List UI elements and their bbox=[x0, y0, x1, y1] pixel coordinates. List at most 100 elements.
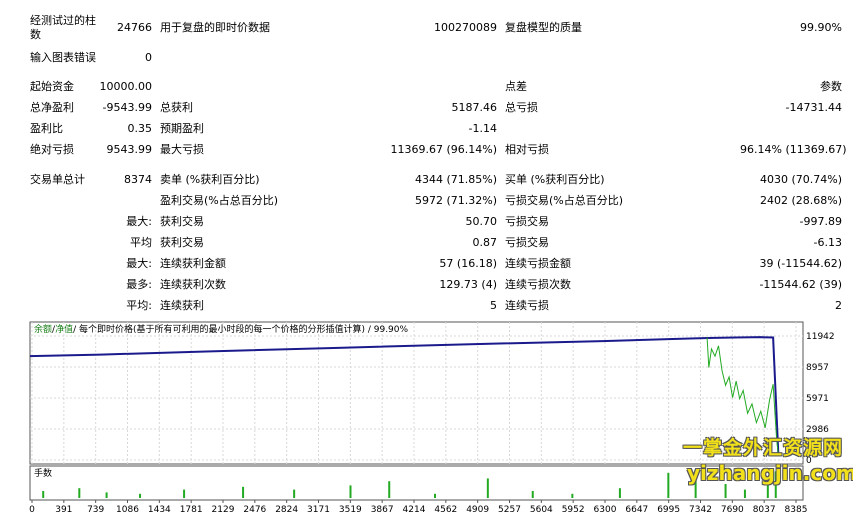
max-consec-loss-value: -11544.62 (39) bbox=[759, 278, 842, 291]
x-tick-label: 3171 bbox=[307, 505, 330, 515]
balance-chart-area: 11942 8957 5971 2986 0 0 391 739 1086 1434 1781 21… bbox=[0, 320, 853, 518]
x-tick-label: 6647 bbox=[625, 505, 648, 515]
x-tick-label: 1086 bbox=[116, 505, 139, 515]
bars-label-2: 数 bbox=[30, 28, 41, 41]
avg-consec-wins-label: 连续获利 bbox=[160, 299, 204, 312]
loss-trades-value: 2402 (28.68%) bbox=[759, 194, 842, 207]
volume-bar bbox=[434, 493, 437, 498]
profit-factor-label: 盈利比 bbox=[30, 122, 63, 135]
y-tick-label: 8957 bbox=[806, 363, 829, 373]
volume-bar bbox=[531, 491, 534, 498]
x-tick-label: 3519 bbox=[339, 505, 362, 515]
balance-chart: 119428957597129860 0 391 739 1086 1434 1781 21… bbox=[29, 321, 835, 515]
volume-bar bbox=[724, 484, 727, 498]
deposit-value: 10000.00 bbox=[99, 80, 153, 93]
volume-bar bbox=[349, 485, 352, 498]
max-drawdown-label: 最大亏损 bbox=[160, 143, 204, 156]
quality-label: 复盘模型的质量 bbox=[505, 21, 582, 34]
short-positions-value: 4344 (71.85%) bbox=[414, 173, 497, 186]
avg-loss-label: 亏损交易 bbox=[505, 236, 549, 249]
x-tick-label: 4562 bbox=[434, 505, 457, 515]
volume-bar bbox=[571, 493, 574, 498]
x-tick-label: 2129 bbox=[212, 505, 235, 515]
y-tick-label: 5971 bbox=[806, 394, 829, 404]
x-tick-label: 6995 bbox=[657, 505, 680, 515]
errors-label: 输入图表错误 bbox=[30, 51, 96, 64]
total-trades-label: 交易单总计 bbox=[30, 173, 85, 186]
volume-bar bbox=[105, 492, 108, 498]
x-tick-label: 8037 bbox=[753, 505, 776, 515]
volume-bar bbox=[667, 472, 670, 498]
volume-bar bbox=[139, 493, 142, 498]
profit-trades-label: 盈利交易(%占总百分比) bbox=[160, 194, 279, 207]
gross-profit-value: 5187.46 bbox=[451, 101, 498, 114]
avg-consec-losses-label: 连续亏损 bbox=[505, 299, 549, 312]
avg-consec-losses-value: 2 bbox=[835, 299, 842, 312]
x-tick-label: 1434 bbox=[148, 505, 171, 515]
x-tick-label: 8385 bbox=[785, 505, 808, 515]
x-tick-label: 2476 bbox=[243, 505, 266, 515]
x-tick-label: 5604 bbox=[530, 505, 553, 515]
x-tick-label: 5952 bbox=[562, 505, 585, 515]
avg-consec-wins-value: 5 bbox=[490, 299, 497, 312]
x-tick-label: 7342 bbox=[689, 505, 712, 515]
errors-value: 0 bbox=[145, 51, 152, 64]
volume-bar bbox=[486, 478, 489, 498]
ticks-label: 用于复盘的即时价数据 bbox=[160, 21, 270, 34]
bars-label: 经测试过的柱 bbox=[30, 14, 96, 27]
most-label: 最多: bbox=[126, 278, 152, 291]
avg-profit-label: 获利交易 bbox=[160, 236, 204, 249]
long-positions-value: 4030 (70.74%) bbox=[759, 173, 842, 186]
x-tick-label: 5257 bbox=[498, 505, 521, 515]
caption-rest: / 每个即时价格(基于所有可利用的最小时段的每一个价格的分形插值计算) / 99… bbox=[73, 323, 408, 335]
volume-bar bbox=[618, 488, 621, 498]
gross-profit-label: 总获利 bbox=[160, 101, 193, 114]
volume-bar bbox=[388, 481, 391, 498]
max-label: 最大: bbox=[126, 257, 152, 270]
x-tick-label: 4214 bbox=[403, 505, 426, 515]
max-consec-profit-value: 129.73 (4) bbox=[439, 278, 497, 291]
bars-value: 24766 bbox=[117, 21, 152, 34]
x-tick-label: 4909 bbox=[466, 505, 489, 515]
x-tick-label: 1781 bbox=[180, 505, 203, 515]
max-consec-profit-label: 连续获利次数 bbox=[160, 278, 226, 291]
max-consec-wins-value: 57 (16.18) bbox=[439, 257, 497, 270]
volume-bar bbox=[42, 491, 45, 498]
watermark-line2: yizhangjin.com bbox=[687, 461, 853, 485]
volume-caption: 手数 bbox=[34, 467, 52, 479]
largest-loss-value: -997.89 bbox=[799, 215, 842, 228]
x-axis-ticks: 0 391 739 1086 1434 1781 2129 2476 2824 3171 3519 3… bbox=[29, 500, 807, 515]
ticks-value: 100270089 bbox=[434, 21, 497, 34]
max-consec-loss-label: 连续亏损次数 bbox=[505, 278, 571, 291]
volume-bar bbox=[242, 486, 245, 498]
max-consec-losses-label: 连续亏损金额 bbox=[505, 257, 571, 270]
volume-bar bbox=[183, 489, 186, 498]
x-tick-label: 3867 bbox=[371, 505, 394, 515]
spread-value: 参数 bbox=[820, 80, 842, 93]
avg-profit-value: 0.87 bbox=[472, 236, 498, 249]
volume-bar bbox=[743, 489, 746, 498]
watermark-line1: 一掌金外汇资源网 bbox=[683, 437, 844, 459]
short-positions-label: 卖单 (%获利百分比) bbox=[160, 173, 260, 186]
caption-balance-link[interactable]: 余额 bbox=[34, 323, 52, 335]
deposit-label: 起始资金 bbox=[30, 80, 74, 93]
gross-loss-label: 总亏损 bbox=[505, 101, 538, 114]
largest-label: 最大: bbox=[126, 215, 152, 228]
expected-payoff-label: 预期盈利 bbox=[160, 122, 204, 135]
average-label: 平均 bbox=[130, 236, 152, 249]
y-tick-label: 11942 bbox=[806, 332, 835, 342]
volume-bar bbox=[293, 489, 296, 498]
expected-payoff-value: -1.14 bbox=[468, 122, 497, 135]
avg-loss-value: -6.13 bbox=[813, 236, 842, 249]
spread-label: 点差 bbox=[505, 80, 527, 93]
rel-drawdown-value: 96.14% (11369.67) bbox=[740, 143, 847, 156]
x-tick-label: 0 bbox=[29, 505, 35, 515]
volume-bar bbox=[78, 488, 81, 498]
max-drawdown-value: 11369.67 (96.14%) bbox=[390, 143, 497, 156]
total-trades-value: 8374 bbox=[124, 173, 152, 186]
caption-equity-link[interactable]: 净值 bbox=[55, 323, 73, 335]
x-tick-label: 6300 bbox=[594, 505, 617, 515]
chart-caption: 余额/净值/ 每个即时价格(基于所有可利用的最小时段的每一个价格的分形插值计算)… bbox=[34, 323, 409, 335]
loss-trades-label: 亏损交易(%占总百分比) bbox=[505, 194, 624, 207]
profit-trades-value: 5972 (71.32%) bbox=[414, 194, 497, 207]
